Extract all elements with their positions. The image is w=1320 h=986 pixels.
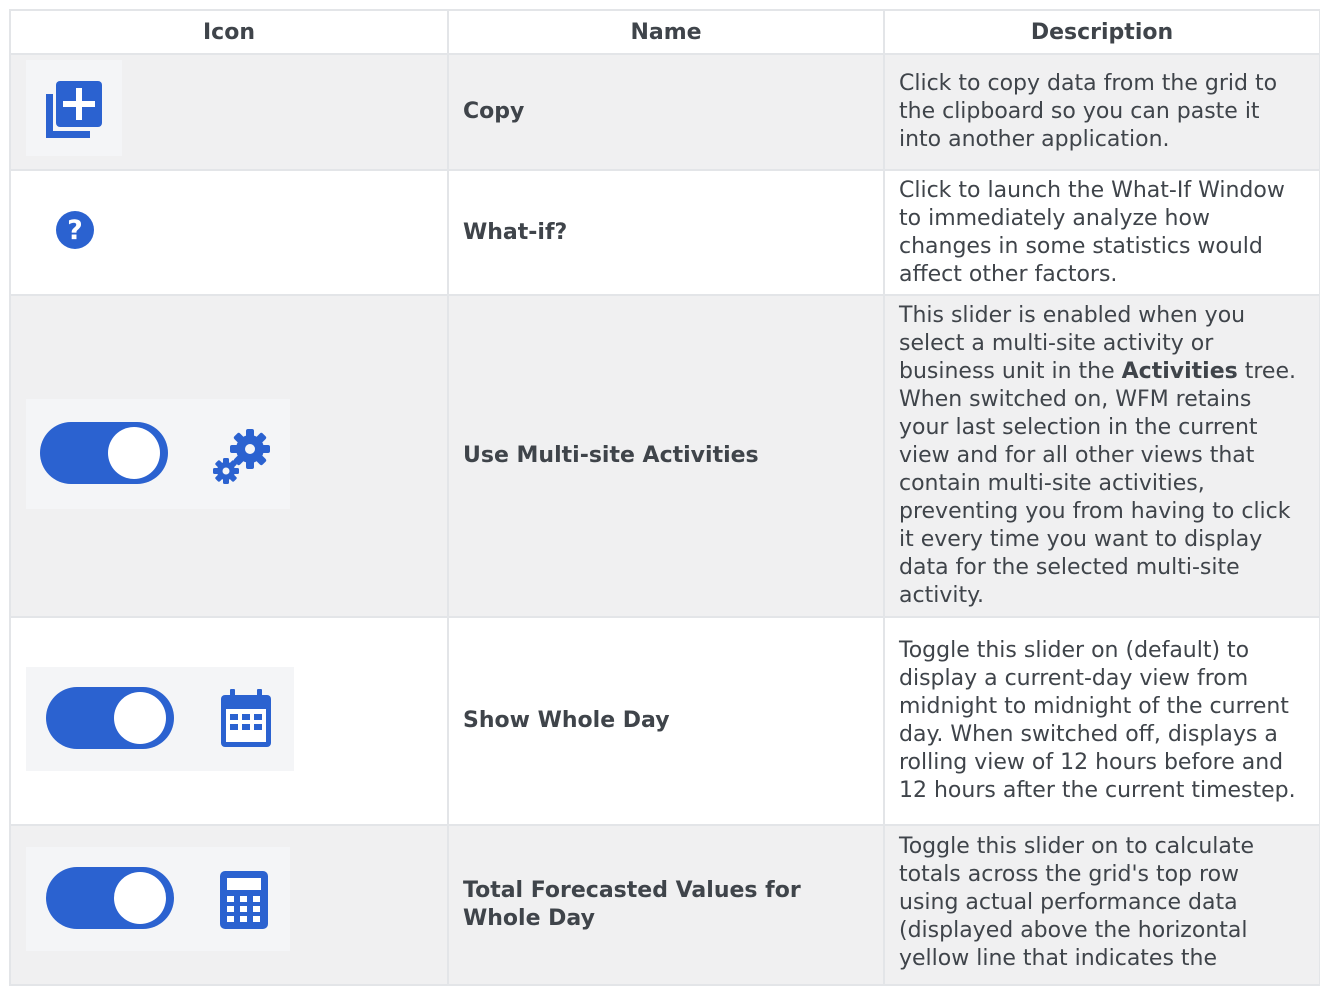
icon-panel [26,60,122,156]
row-name: What-if? [447,169,885,296]
gears-icon [213,429,270,484]
table-row: ? What-if? Click to launch the What-If W… [9,169,1320,296]
icon-cell [9,294,449,618]
calendar-icon [221,689,271,747]
icon-reference-table: Icon Name Description Copy Click to copy… [9,9,1320,986]
icon-panel [26,399,290,509]
row-description: Click to launch the What-If Window to im… [883,169,1320,296]
table-header-row: Icon Name Description [9,9,1320,55]
table-row: Copy Click to copy data from the grid to… [9,53,1320,171]
icon-cell [9,824,449,986]
header-name: Name [447,9,885,55]
table-row: Use Multi-site Activities This slider is… [9,294,1320,618]
row-description: This slider is enabled when you select a… [883,294,1320,618]
header-icon: Icon [9,9,449,55]
icon-reference-table-container: Icon Name Description Copy Click to copy… [9,9,1320,986]
row-name: Copy [447,53,885,171]
activities-term: Activities [1121,359,1238,384]
calculator-icon [220,871,268,929]
row-description: Toggle this slider on (default) to displ… [883,616,1320,826]
row-name: Show Whole Day [447,616,885,826]
toggle-switch-icon [46,687,174,749]
icon-cell [9,616,449,826]
row-description: Click to copy data from the grid to the … [883,53,1320,171]
toggle-switch-icon [46,867,174,929]
icon-panel [26,667,294,771]
question-circle-icon: ? [56,211,94,249]
row-description: Toggle this slider on to calculate total… [883,824,1320,986]
row-name: Use Multi-site Activities [447,294,885,618]
toggle-switch-icon [40,422,168,484]
row-name: Total Forecasted Values for Whole Day [447,824,885,986]
table-row: Total Forecasted Values for Whole Day To… [9,824,1320,986]
icon-panel [26,847,290,951]
svg-text:?: ? [67,215,83,246]
table-row: Show Whole Day Toggle this slider on (de… [9,616,1320,826]
icon-cell [9,53,449,171]
icon-cell: ? [9,169,449,296]
copy-icon [46,81,102,138]
header-description: Description [883,9,1320,55]
